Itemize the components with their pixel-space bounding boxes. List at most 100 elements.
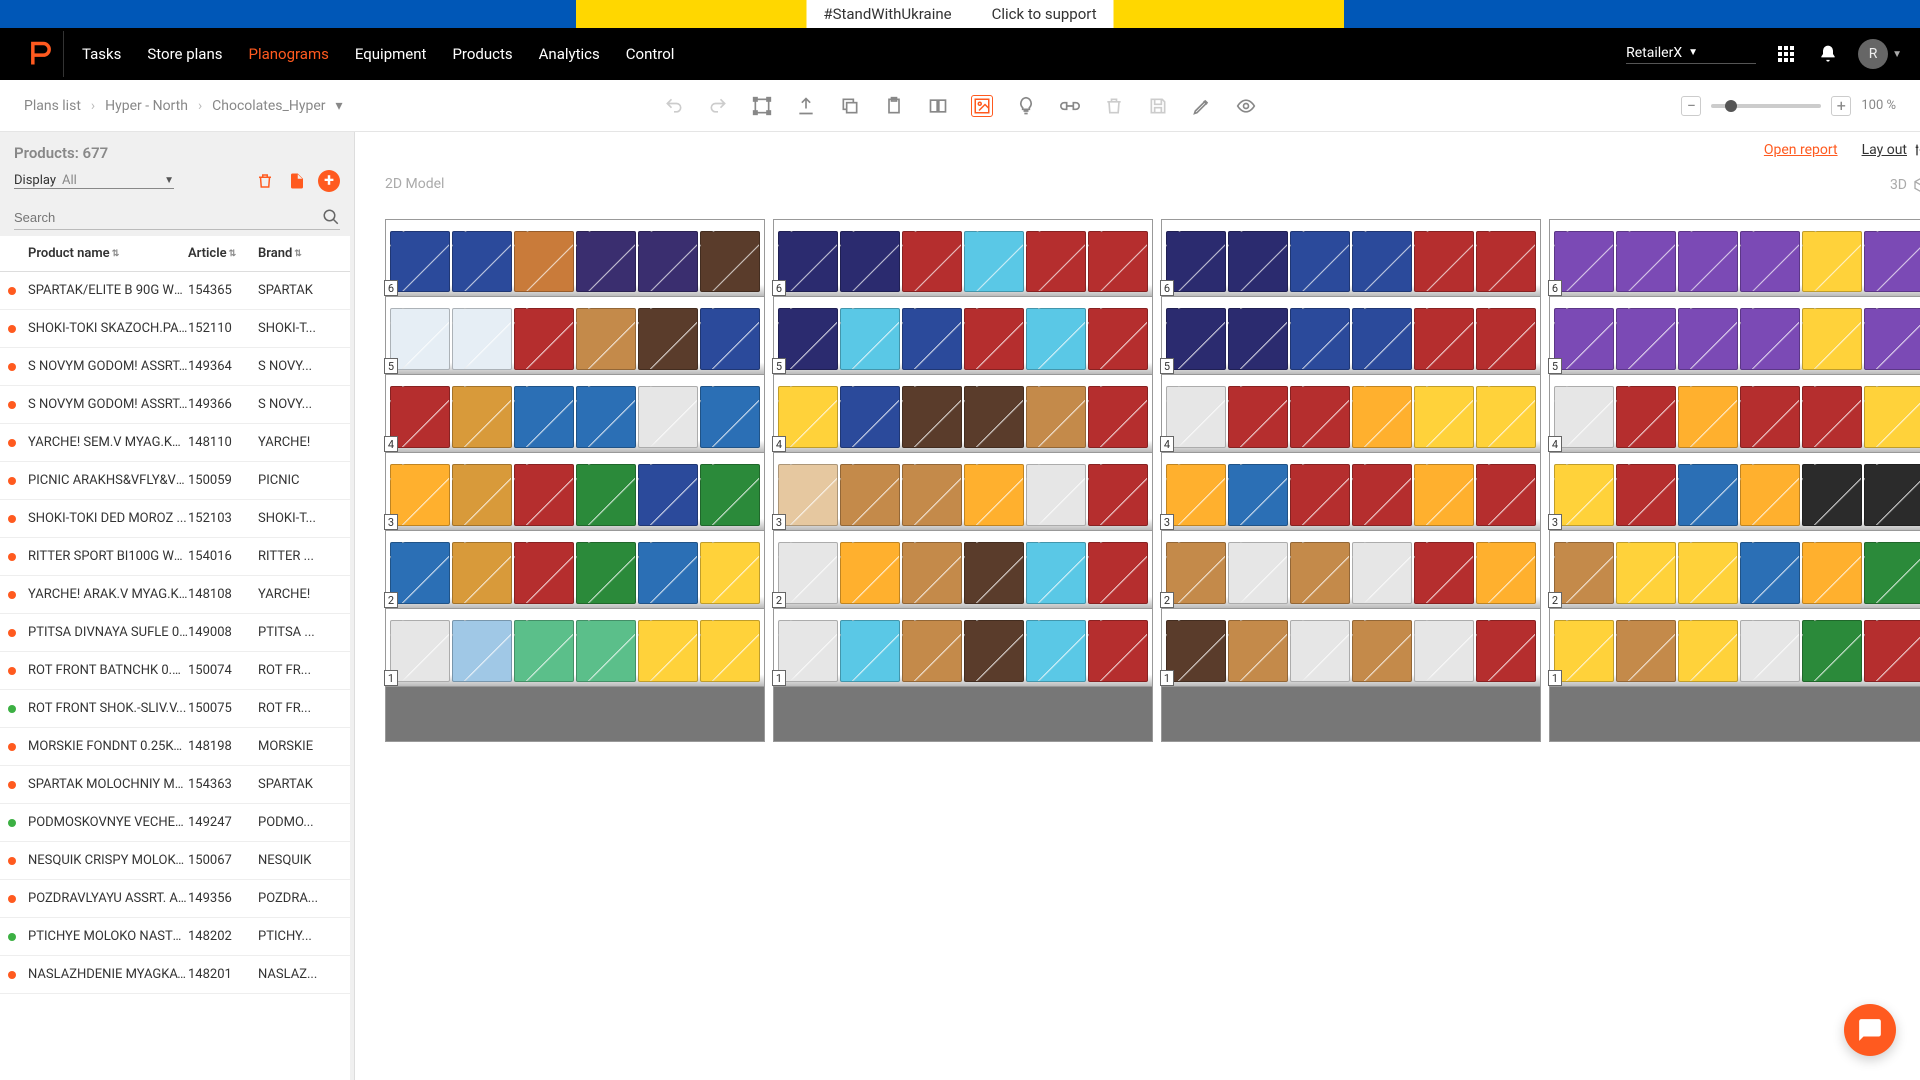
- shelf[interactable]: 3: [1161, 453, 1541, 531]
- nav-item-equipment[interactable]: Equipment: [355, 45, 427, 63]
- shelf[interactable]: 4: [773, 375, 1153, 453]
- breadcrumb-planogram[interactable]: Chocolates_Hyper: [212, 98, 325, 114]
- user-menu[interactable]: R ▼: [1858, 39, 1902, 69]
- product-row[interactable]: YARCHE! ARAK.V MYAG.K... 148108 YARCHE!: [0, 576, 350, 614]
- product-facing[interactable]: [1678, 231, 1738, 292]
- product-facing[interactable]: [1088, 308, 1148, 370]
- product-facing[interactable]: [1554, 542, 1614, 604]
- product-facing[interactable]: [1740, 308, 1800, 370]
- product-facing[interactable]: [1678, 620, 1738, 682]
- shelf[interactable]: 4: [1549, 375, 1920, 453]
- product-facing[interactable]: [840, 231, 900, 292]
- product-facing[interactable]: [1476, 308, 1536, 370]
- nav-item-products[interactable]: Products: [452, 45, 512, 63]
- product-row[interactable]: PTICHYE MOLOKO NASTO... 148202 PTICHY...: [0, 918, 350, 956]
- product-facing[interactable]: [1740, 386, 1800, 448]
- product-facing[interactable]: [700, 464, 760, 526]
- product-facing[interactable]: [1554, 231, 1614, 292]
- product-facing[interactable]: [964, 386, 1024, 448]
- product-facing[interactable]: [576, 464, 636, 526]
- product-row[interactable]: YARCHE! SEM.V MYAG.KA... 148110 YARCHE!: [0, 424, 350, 462]
- product-facing[interactable]: [1864, 464, 1920, 526]
- product-row[interactable]: MORSKIE FONDNT 0.25KG... 148198 MORSKIE: [0, 728, 350, 766]
- product-row[interactable]: S NOVYM GODOM! ASSRT... 149366 S NOVY...: [0, 386, 350, 424]
- nav-item-store-plans[interactable]: Store plans: [147, 45, 222, 63]
- shelf[interactable]: 5: [1549, 297, 1920, 375]
- product-row[interactable]: SHOKI-TOKI DED MOROZ ... 152103 SHOKI-T.…: [0, 500, 350, 538]
- product-facing[interactable]: [1476, 542, 1536, 604]
- product-facing[interactable]: [1026, 542, 1086, 604]
- product-row[interactable]: SPARTAK MOLOCHNIY MC... 154363 SPARTAK: [0, 766, 350, 804]
- shelf[interactable]: 6: [1161, 219, 1541, 297]
- product-facing[interactable]: [1352, 464, 1412, 526]
- product-facing[interactable]: [1616, 542, 1676, 604]
- product-facing[interactable]: [1864, 386, 1920, 448]
- breadcrumb-store[interactable]: Hyper - North: [105, 98, 188, 114]
- product-facing[interactable]: [840, 464, 900, 526]
- product-facing[interactable]: [514, 386, 574, 448]
- product-facing[interactable]: [638, 620, 698, 682]
- chat-button[interactable]: [1844, 1004, 1896, 1056]
- product-facing[interactable]: [1352, 386, 1412, 448]
- search-input[interactable]: [14, 210, 322, 225]
- product-row[interactable]: NASLAZHDENIE MYAGKAY... 148201 NASLAZ...: [0, 956, 350, 994]
- product-facing[interactable]: [1088, 464, 1148, 526]
- product-facing[interactable]: [1616, 308, 1676, 370]
- product-facing[interactable]: [1554, 308, 1614, 370]
- product-row[interactable]: PICNIC ARAKHS&VFLY&VZ... 150059 PICNIC: [0, 462, 350, 500]
- edit-pencil-icon[interactable]: [1191, 95, 1213, 117]
- product-facing[interactable]: [1476, 464, 1536, 526]
- product-facing[interactable]: [1228, 231, 1288, 292]
- zoom-slider[interactable]: [1711, 104, 1821, 108]
- product-facing[interactable]: [1290, 386, 1350, 448]
- product-facing[interactable]: [390, 620, 450, 682]
- product-facing[interactable]: [514, 308, 574, 370]
- col-article[interactable]: Article⇅: [188, 246, 258, 261]
- product-facing[interactable]: [1414, 620, 1474, 682]
- product-facing[interactable]: [1352, 231, 1412, 292]
- product-facing[interactable]: [964, 231, 1024, 292]
- product-row[interactable]: SHOKI-TOKI SKAZOCH.PA... 152110 SHOKI-T.…: [0, 310, 350, 348]
- product-facing[interactable]: [576, 308, 636, 370]
- product-facing[interactable]: [1476, 231, 1536, 292]
- gondola[interactable]: 654321: [385, 219, 765, 742]
- trash-icon[interactable]: [1103, 95, 1125, 117]
- product-row[interactable]: ROT FRONT SHOK.-SLIV.V... 150075 ROT FR.…: [0, 690, 350, 728]
- product-facing[interactable]: [514, 231, 574, 292]
- image-icon[interactable]: [971, 95, 993, 117]
- product-facing[interactable]: [1228, 308, 1288, 370]
- shelf[interactable]: 1: [773, 609, 1153, 687]
- product-facing[interactable]: [390, 542, 450, 604]
- product-facing[interactable]: [638, 308, 698, 370]
- nav-item-planograms[interactable]: Planograms: [248, 45, 328, 63]
- shelf[interactable]: 1: [385, 609, 765, 687]
- product-facing[interactable]: [1026, 386, 1086, 448]
- product-facing[interactable]: [576, 231, 636, 292]
- product-facing[interactable]: [1802, 542, 1862, 604]
- product-facing[interactable]: [1228, 386, 1288, 448]
- product-row[interactable]: S NOVYM GODOM! ASSRT... 149364 S NOVY...: [0, 348, 350, 386]
- product-facing[interactable]: [1166, 231, 1226, 292]
- product-facing[interactable]: [1166, 386, 1226, 448]
- panel-icon[interactable]: [927, 95, 949, 117]
- product-facing[interactable]: [1616, 231, 1676, 292]
- product-facing[interactable]: [840, 542, 900, 604]
- product-row[interactable]: ROT FRONT BATNCHK 0.2... 150074 ROT FR..…: [0, 652, 350, 690]
- product-facing[interactable]: [1166, 308, 1226, 370]
- product-facing[interactable]: [1026, 231, 1086, 292]
- shelf[interactable]: 5: [385, 297, 765, 375]
- product-facing[interactable]: [778, 231, 838, 292]
- product-facing[interactable]: [1616, 386, 1676, 448]
- product-facing[interactable]: [1290, 542, 1350, 604]
- product-facing[interactable]: [390, 464, 450, 526]
- product-row[interactable]: POZDRAVLYAYU ASSRT. A... 149356 POZDRA..…: [0, 880, 350, 918]
- col-product-name[interactable]: Product name⇅: [28, 246, 188, 261]
- product-facing[interactable]: [1228, 464, 1288, 526]
- shelf[interactable]: 2: [1161, 531, 1541, 609]
- product-facing[interactable]: [1740, 464, 1800, 526]
- product-facing[interactable]: [778, 386, 838, 448]
- zoom-out-button[interactable]: −: [1681, 96, 1701, 116]
- apps-grid-icon[interactable]: [1774, 42, 1798, 66]
- product-facing[interactable]: [700, 620, 760, 682]
- product-facing[interactable]: [1678, 386, 1738, 448]
